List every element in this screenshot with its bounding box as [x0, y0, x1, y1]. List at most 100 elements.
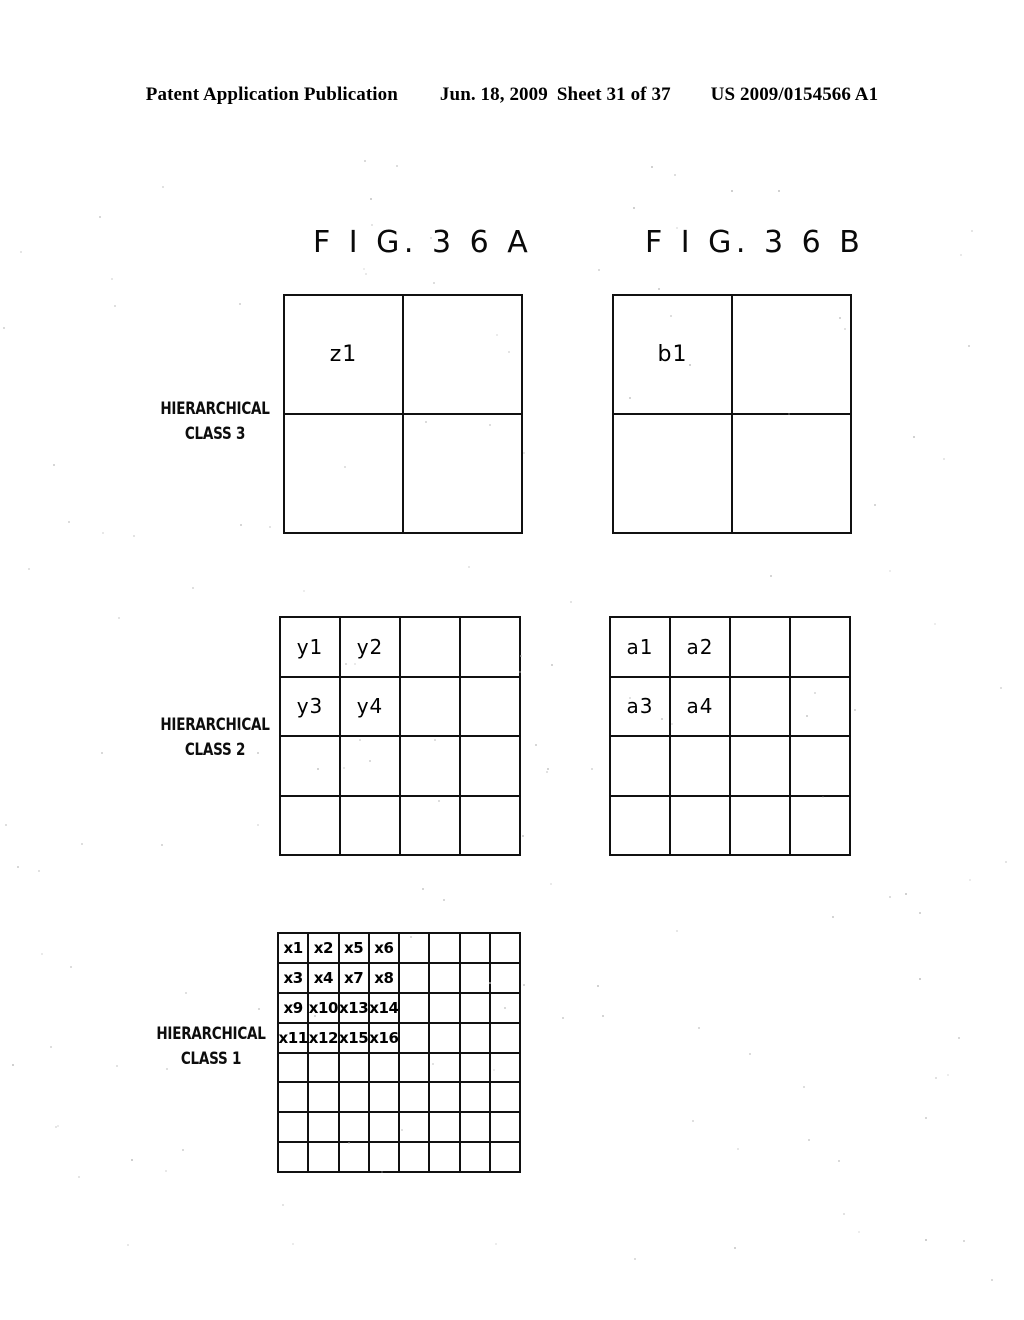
- speck: [282, 1204, 284, 1206]
- speck: [443, 899, 445, 901]
- row-label-line-2: CLASS 2: [184, 740, 246, 759]
- grid-cell-r4-c4: x16: [369, 1023, 400, 1054]
- speck: [38, 870, 40, 872]
- grid-cell-r2-c3: x7: [339, 963, 370, 994]
- speck: [919, 978, 921, 980]
- figure-title-36a: F I G. 3 6 A: [313, 225, 533, 260]
- publication-label: Patent Application Publication: [145, 84, 398, 105]
- speck: [633, 207, 635, 209]
- speck: [692, 1120, 694, 1122]
- speck: [737, 1148, 739, 1150]
- speck: [913, 436, 915, 438]
- speck: [991, 1279, 993, 1281]
- speck: [698, 1027, 700, 1029]
- speck: [551, 664, 553, 666]
- speck: [808, 1139, 810, 1141]
- grid-cell-r2-c1: [285, 415, 404, 534]
- sheet-number: Sheet 31 of 37: [556, 84, 671, 105]
- grid-cell-r7-c2: [309, 1113, 340, 1144]
- grid-cell-r1-c8: [490, 934, 521, 964]
- speck: [858, 1231, 860, 1233]
- grid-cell-r4-c1: x11: [279, 1023, 310, 1054]
- grid-cell-r8-c4: [369, 1143, 400, 1173]
- speck: [364, 160, 366, 162]
- speck: [257, 824, 259, 826]
- grid-cell-r2-c1: y3: [281, 677, 341, 737]
- grid-cell-r1-c1: y1: [281, 618, 341, 678]
- speck: [68, 521, 70, 523]
- grid-cell-r6-c5: [400, 1083, 431, 1114]
- grid-cell-r4-c5: [400, 1023, 431, 1054]
- grid-cell-r4-c2: [341, 796, 401, 856]
- grid-cell-r6-c8: [490, 1083, 521, 1114]
- grid-cell-r2-c1: [614, 415, 733, 534]
- grid-cell-r4-c2: x12: [309, 1023, 340, 1054]
- speck: [433, 282, 435, 284]
- speck: [963, 1240, 965, 1242]
- speck: [547, 768, 549, 770]
- speck: [396, 165, 398, 167]
- grid-cell-r3-c3: [731, 737, 791, 797]
- grid-cell-r8-c3: [339, 1143, 370, 1173]
- grid-cell-r4-c7: [460, 1023, 491, 1054]
- grid-cell-r7-c6: [430, 1113, 461, 1144]
- publication-date: Jun. 18, 2009: [439, 84, 548, 105]
- speck: [832, 916, 834, 918]
- row-label-hierarchical-class-1: HIERARCHICAL CLASS 1: [150, 1021, 273, 1071]
- speck: [3, 327, 5, 329]
- grid-cell-r7-c8: [490, 1113, 521, 1144]
- speck: [365, 273, 367, 275]
- grid-cell-r4-c3: [731, 796, 791, 856]
- grid-cell-r3-c1: [611, 737, 671, 797]
- grid-cell-r1-c2: x2: [309, 934, 340, 964]
- grid-cell-r5-c7: [460, 1053, 491, 1084]
- grid-cell-r5-c8: [490, 1053, 521, 1084]
- grid-cell-r7-c5: [400, 1113, 431, 1144]
- grid-cell-r8-c8: [490, 1143, 521, 1173]
- grid-cell-r5-c4: [369, 1053, 400, 1084]
- grid-cell-r8-c5: [400, 1143, 431, 1173]
- speck: [20, 251, 22, 253]
- speck: [925, 1239, 927, 1241]
- grid-cell-r3-c1: [281, 737, 341, 797]
- speck: [925, 1117, 927, 1119]
- grid-cell-r1-c3: [731, 618, 791, 678]
- speck: [17, 866, 19, 868]
- grid-cell-r2-c1: a3: [611, 677, 671, 737]
- grid-cell-r1-c2: y2: [341, 618, 401, 678]
- grid-cell-r3-c4: [791, 737, 851, 797]
- speck: [731, 190, 733, 192]
- speck: [598, 269, 600, 271]
- grid-cell-r4-c4: [791, 796, 851, 856]
- speck: [12, 1064, 14, 1066]
- grid-cell-r3-c7: [460, 993, 491, 1024]
- speck: [70, 966, 72, 968]
- grid-cell-r5-c2: [309, 1053, 340, 1084]
- grid-cell-r1-c5: [400, 934, 431, 964]
- speck: [468, 566, 470, 568]
- grid-cell-r5-c6: [430, 1053, 461, 1084]
- speck: [111, 278, 113, 280]
- grid-fig36a-class3: z1: [283, 294, 523, 534]
- speck: [734, 1247, 736, 1249]
- grid-cell-r3-c2: [671, 737, 731, 797]
- grid-cell-r7-c7: [460, 1113, 491, 1144]
- speck: [968, 345, 970, 347]
- grid-cell-r1-c2: [733, 296, 852, 415]
- speck: [854, 709, 856, 711]
- speck: [934, 623, 936, 625]
- grid-cell-r2-c1: x3: [279, 963, 310, 994]
- grid-cell-r5-c5: [400, 1053, 431, 1084]
- speck: [535, 744, 537, 746]
- speck: [843, 1213, 845, 1215]
- speck: [422, 888, 424, 890]
- speck: [562, 1017, 564, 1019]
- row-label-line-1: HIERARCHICAL: [160, 399, 270, 418]
- grid-cell-r2-c6: [430, 963, 461, 994]
- grid-cell-r8-c6: [430, 1143, 461, 1173]
- patent-number: US 2009/0154566 A1: [710, 84, 879, 105]
- grid-cell-r1-c4: [461, 618, 521, 678]
- grid-cell-r1-c2: a2: [671, 618, 731, 678]
- grid-cell-r6-c2: [309, 1083, 340, 1114]
- grid-cell-r2-c2: a4: [671, 677, 731, 737]
